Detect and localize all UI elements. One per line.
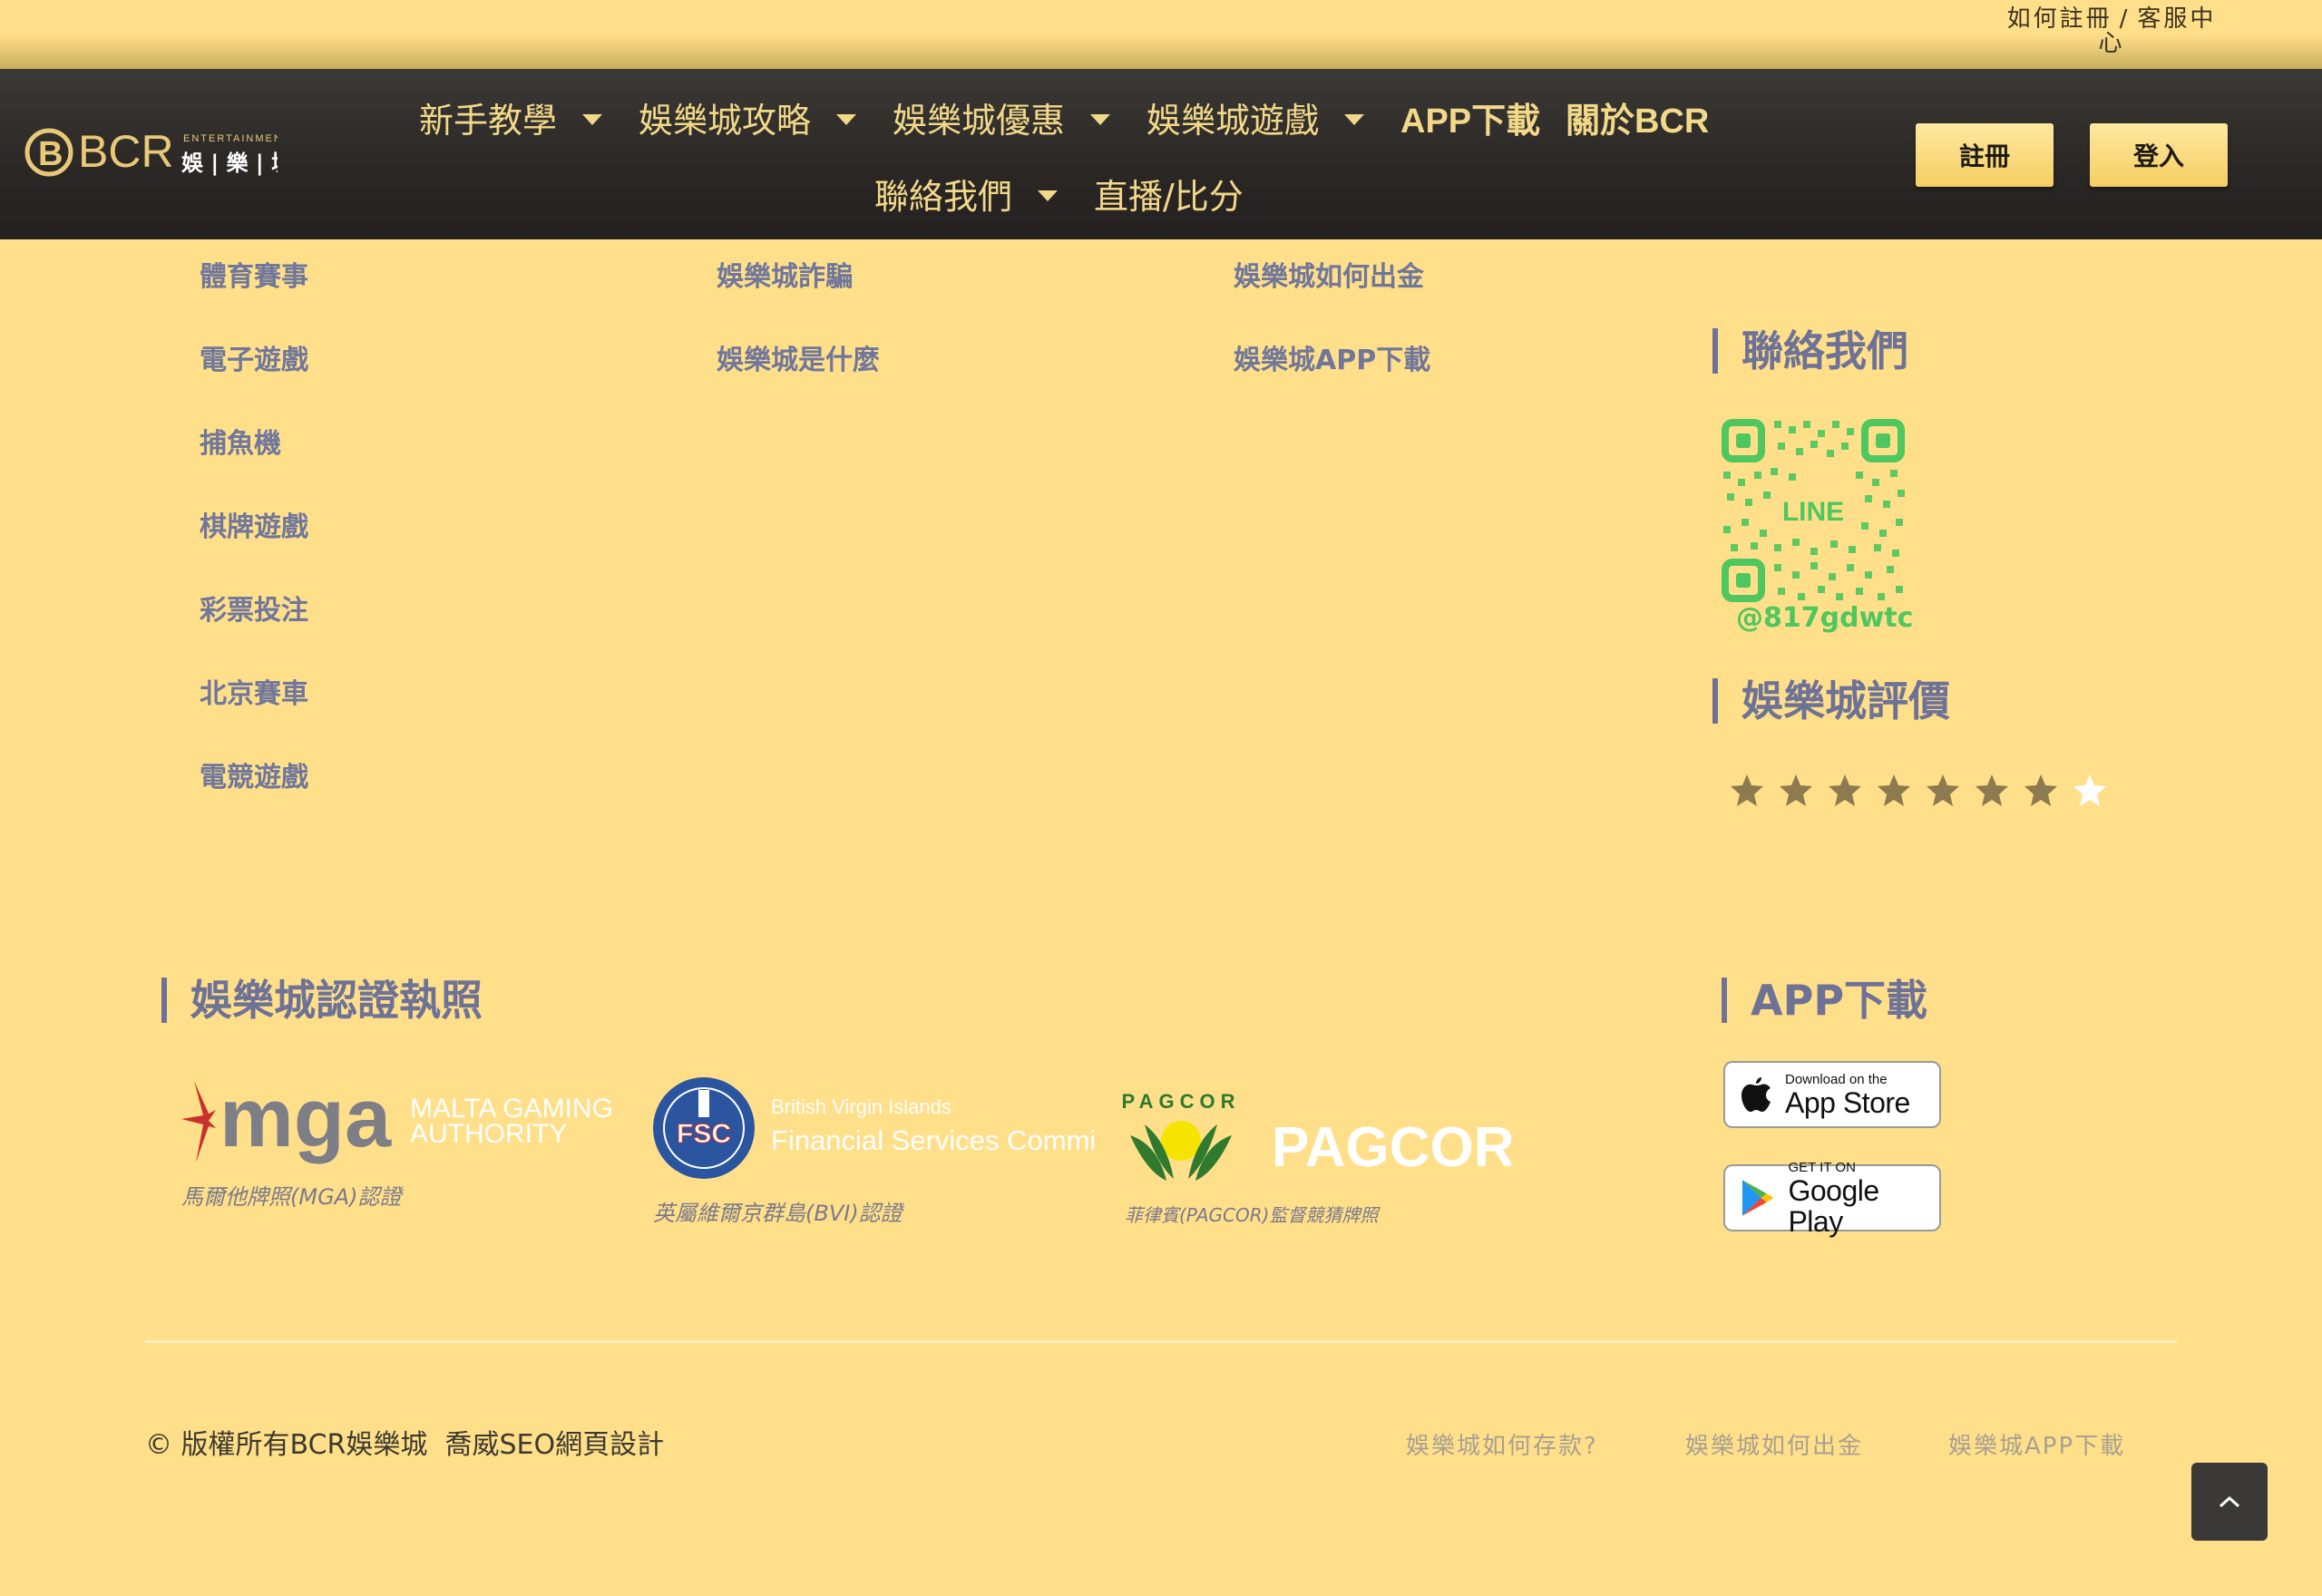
- nav-app-download[interactable]: APP下載: [1400, 92, 1540, 142]
- fsc-logo: FSC British Virgin Islands Financial Ser…: [653, 1077, 1096, 1179]
- register-button[interactable]: 註冊: [1916, 123, 2054, 187]
- logo-brand: BCR: [78, 126, 174, 177]
- line-id[interactable]: @817gdwtc: [1736, 602, 1913, 634]
- fsc-sub-1: British Virgin Islands: [771, 1095, 951, 1118]
- chevron-down-icon: [582, 113, 603, 125]
- star-icon: [1878, 774, 1910, 806]
- footer-link-scam[interactable]: 娛樂城詐騙: [717, 254, 853, 294]
- top-bar: 如何註冊 / 客服中心: [0, 0, 2322, 69]
- qr-label: LINE: [1782, 497, 1844, 527]
- mga-sub-2: AUTHORITY: [410, 1119, 567, 1149]
- star-icon: [1927, 774, 1959, 806]
- mga-text: mga: [220, 1074, 392, 1164]
- pagcor-arc: PAGCOR: [1122, 1090, 1241, 1113]
- footer-link-fishing[interactable]: 捕魚機: [200, 421, 281, 461]
- nav-games[interactable]: 娛樂城遊戲: [1146, 92, 1365, 142]
- main-header: B BCR ENTERTAINMENT 娛 | 樂 | 城 新手教學 娛樂城攻略…: [0, 69, 2322, 239]
- logo-cn: 娛 | 樂 | 城: [180, 151, 278, 176]
- nav-strategy[interactable]: 娛樂城攻略: [639, 92, 857, 142]
- nav-label: APP下載: [1400, 102, 1541, 141]
- nav-label: 娛樂城遊戲: [1146, 101, 1320, 141]
- mga-logo: mga MALTA GAMING AUTHORITY: [181, 1074, 613, 1164]
- top-links-separator: /: [2119, 5, 2131, 33]
- footer-link-board-games[interactable]: 棋牌遊戲: [200, 504, 308, 544]
- star-icon: [2073, 774, 2106, 806]
- apple-icon: [1742, 1077, 1771, 1112]
- nav-label: 娛樂城攻略: [639, 101, 812, 141]
- nav-label: 新手教學: [419, 101, 558, 141]
- google-play-big: Google Play: [1788, 1173, 1879, 1238]
- chevron-down-icon: [1038, 190, 1059, 201]
- fsc-sub-2: Financial Services Commission: [771, 1124, 1096, 1156]
- pagcor-logo: PAGCOR PAGCOR: [1122, 1090, 1511, 1181]
- nav-label: 聯絡我們: [874, 177, 1013, 217]
- mga-caption: 馬爾他牌照(MGA)認證: [181, 1184, 402, 1210]
- footer-link-app-bottom[interactable]: 娛樂城APP下載: [1948, 1427, 2125, 1461]
- footer-divider: [145, 1340, 2177, 1343]
- star-icon: [1780, 774, 1812, 806]
- nav-about[interactable]: 關於BCR: [1566, 92, 1709, 142]
- licenses-heading: 娛樂城認證執照: [161, 978, 483, 1023]
- footer-link-withdraw[interactable]: 娛樂城如何出金: [1234, 254, 1424, 294]
- contact-heading: 聯絡我們: [1712, 328, 1908, 374]
- copyright-text: © 版權所有BCR娛樂城: [145, 1429, 428, 1461]
- google-play-small: GET IT ON: [1788, 1159, 1856, 1175]
- pagcor-caption: 菲律賓(PAGCOR)監督競猜牌照: [1125, 1204, 1379, 1226]
- designer-credit[interactable]: 喬威SEO網頁設計: [444, 1429, 664, 1461]
- line-qr-code[interactable]: LINE: [1720, 417, 1907, 604]
- logo-sub: ENTERTAINMENT: [183, 133, 278, 144]
- star-icon: [1731, 774, 1763, 806]
- pagcor-text: PAGCOR: [1272, 1116, 1511, 1179]
- chevron-up-icon: [2219, 1495, 2240, 1508]
- app-download-heading: APP下載: [1722, 978, 1927, 1023]
- app-store-badge[interactable]: Download on the App Store: [1723, 1061, 1941, 1128]
- footer-link-beijing-racing[interactable]: 北京賽車: [200, 671, 308, 711]
- app-store-big: App Store: [1785, 1085, 1910, 1119]
- footer-link-deposit[interactable]: 娛樂城如何存款?: [1406, 1427, 1598, 1461]
- chevron-down-icon: [836, 113, 857, 125]
- footer-link-sports[interactable]: 體育賽事: [200, 254, 308, 294]
- nav-label: 娛樂城優惠: [893, 101, 1066, 141]
- register-help-link[interactable]: 如何註冊: [2007, 5, 2112, 33]
- google-play-icon: [1742, 1180, 1774, 1216]
- app-store-small: Download on the: [1785, 1071, 1888, 1087]
- fsc-text: FSC: [677, 1119, 731, 1149]
- chevron-down-icon: [1090, 113, 1111, 125]
- top-links: 如何註冊 / 客服中心: [2003, 7, 2220, 56]
- fsc-caption: 英屬維爾京群島(BVI)認證: [653, 1201, 902, 1226]
- footer-link-slots[interactable]: 電子遊戲: [200, 337, 308, 377]
- footer-link-esports[interactable]: 電競遊戲: [200, 754, 308, 794]
- footer-link-withdraw-bottom[interactable]: 娛樂城如何出金: [1685, 1427, 1863, 1461]
- google-play-badge[interactable]: GET IT ON Google Play: [1723, 1160, 1941, 1237]
- footer-link-what-is[interactable]: 娛樂城是什麼: [717, 337, 880, 377]
- rating-heading: 娛樂城評價: [1712, 678, 1950, 724]
- nav-label: 關於BCR: [1566, 102, 1710, 141]
- login-button[interactable]: 登入: [2090, 123, 2228, 187]
- nav-live-scores[interactable]: 直播/比分: [1094, 169, 1244, 219]
- footer-link-lottery[interactable]: 彩票投注: [200, 588, 308, 628]
- star-icon: [1829, 774, 1861, 806]
- star-icon: [1976, 774, 2008, 806]
- footer-link-app-download[interactable]: 娛樂城APP下載: [1234, 337, 1430, 377]
- site-logo[interactable]: B BCR ENTERTAINMENT 娛 | 樂 | 城: [24, 120, 278, 192]
- svg-text:B: B: [38, 135, 63, 173]
- nav-beginner[interactable]: 新手教學: [419, 92, 603, 142]
- chevron-down-icon: [1344, 113, 1365, 125]
- nav-label: 直播/比分: [1094, 177, 1244, 217]
- nav-promotions[interactable]: 娛樂城優惠: [893, 92, 1111, 142]
- customer-service-link[interactable]: 客服中心: [2098, 5, 2216, 57]
- star-icon: [2024, 774, 2057, 806]
- back-to-top-button[interactable]: [2191, 1463, 2268, 1541]
- copyright: © 版權所有BCR娛樂城 喬威SEO網頁設計: [145, 1422, 664, 1462]
- nav-contact[interactable]: 聯絡我們: [874, 169, 1059, 219]
- rating-stars: [1729, 773, 2108, 809]
